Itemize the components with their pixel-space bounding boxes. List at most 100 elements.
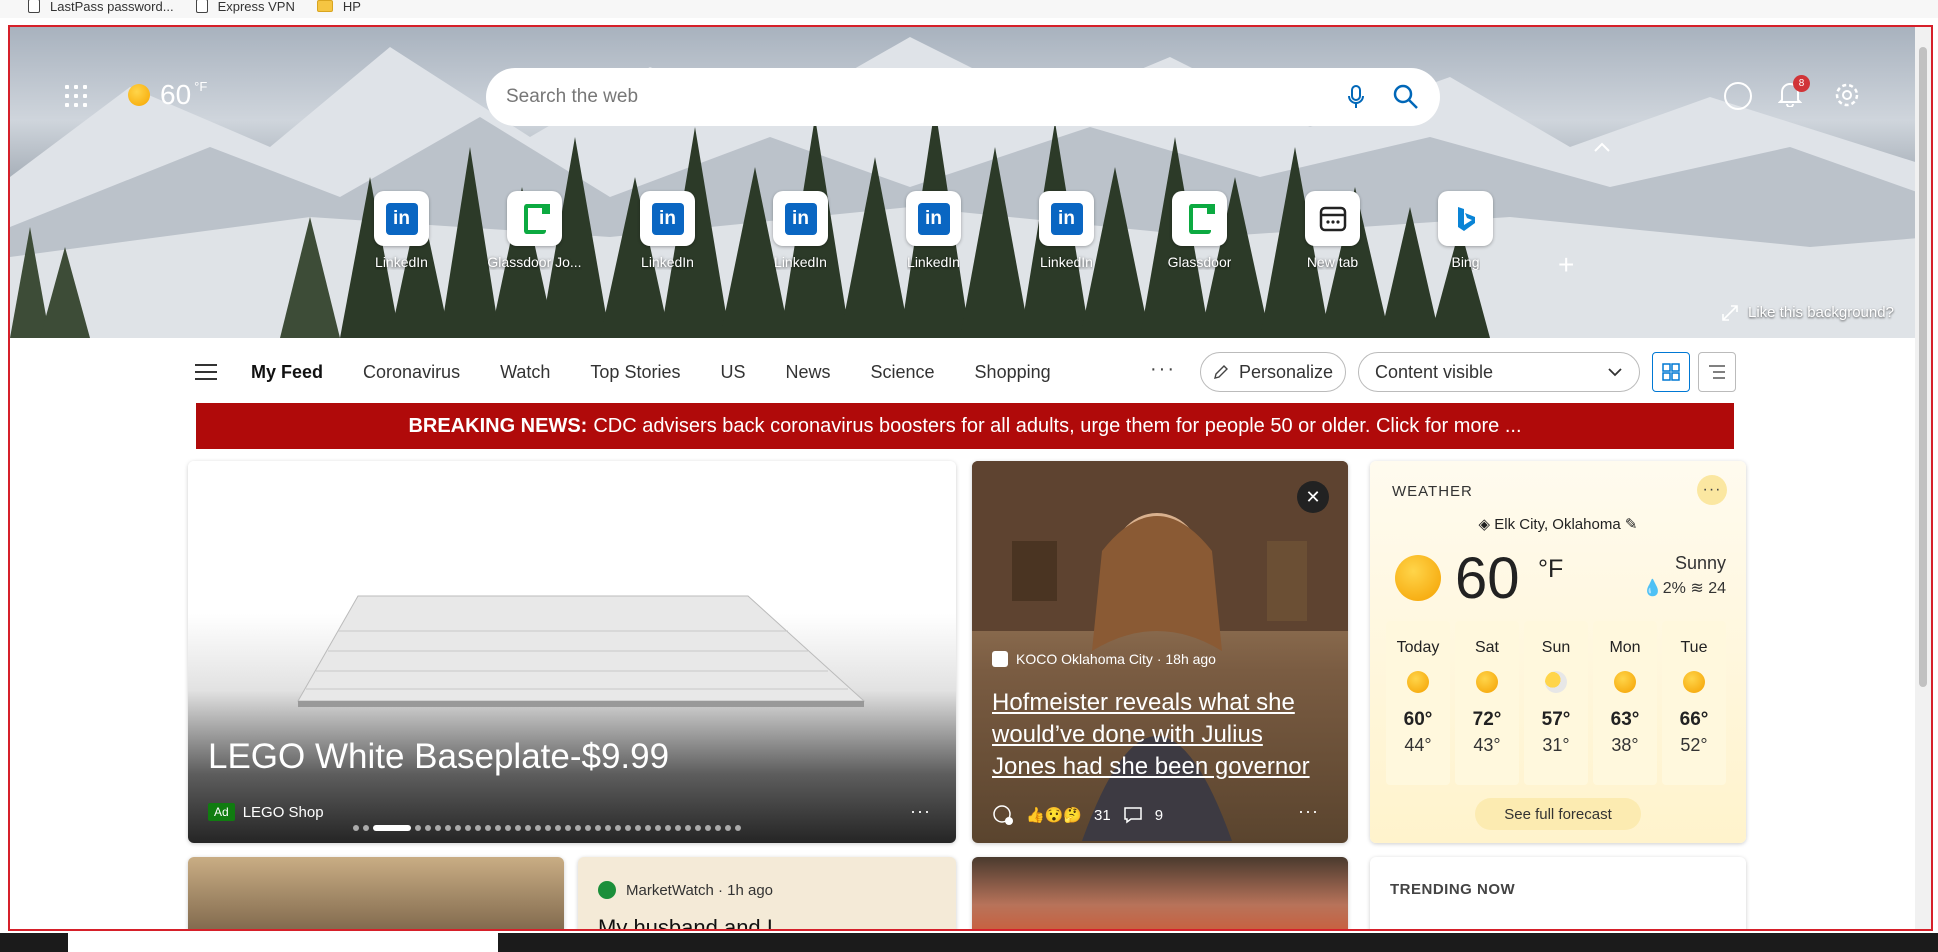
wind-icon: ≋	[1690, 580, 1704, 597]
day-high: 57°	[1541, 709, 1571, 730]
bookmark-lastpass[interactable]: LastPass password...	[28, 0, 174, 14]
weather-location[interactable]: ◈ Elk City, Oklahoma ✎	[1370, 515, 1746, 533]
rewards-button[interactable]	[1723, 81, 1753, 111]
partly-cloudy-icon	[1545, 671, 1567, 693]
forecast-day[interactable]: Tue 66° 52°	[1662, 621, 1726, 785]
quick-link-label: LinkedIn	[907, 254, 960, 270]
forecast-day[interactable]: Sat 72° 43°	[1455, 621, 1519, 785]
quick-link-tile[interactable]: in LinkedIn	[601, 191, 734, 270]
reaction-emoji-icon[interactable]: 👍😯🤔	[1026, 806, 1082, 824]
news-card[interactable]: ✕ KOCO Oklahoma City · 18h ago Hofmeiste…	[972, 461, 1348, 843]
grid-icon	[1662, 363, 1680, 381]
food-card[interactable]	[972, 857, 1348, 929]
header-weather[interactable]: 60 °F	[128, 79, 207, 111]
location-name: Elk City, Oklahoma	[1494, 516, 1621, 533]
day-name: Sat	[1474, 639, 1499, 656]
settings-button[interactable]	[1833, 81, 1861, 109]
like-background-link[interactable]: Like this background?	[1722, 304, 1894, 321]
tab-my-feed[interactable]: My Feed	[251, 362, 323, 383]
quick-link-tile[interactable]: Glassdoor	[1133, 191, 1266, 270]
linkedin-icon: in	[1050, 202, 1083, 235]
quick-link-tile[interactable]: in LinkedIn	[1000, 191, 1133, 270]
list-view-button[interactable]	[1698, 352, 1736, 392]
quick-link-label: Glassdoor Jo...	[487, 254, 582, 270]
personalize-button[interactable]: Personalize	[1200, 352, 1346, 392]
gear-icon	[1835, 83, 1859, 107]
tab-shopping[interactable]: Shopping	[975, 362, 1051, 383]
day-high: 63°	[1610, 709, 1640, 730]
weather-condition: Sunny 💧2% ≋ 24	[1643, 553, 1726, 598]
breaking-news-label: BREAKING NEWS:	[408, 414, 588, 437]
wind-value: 24	[1708, 580, 1726, 597]
tab-science[interactable]: Science	[871, 362, 935, 383]
microphone-icon[interactable]	[1342, 83, 1370, 111]
quick-link-tile[interactable]: Bing	[1399, 191, 1532, 270]
glassdoor-icon	[523, 203, 550, 234]
news-reactions: 👍😯🤔 31 9	[992, 804, 1163, 826]
content-visibility-select[interactable]: Content visible	[1358, 352, 1640, 392]
scrollbar[interactable]	[1915, 27, 1931, 929]
day-high: 66°	[1679, 709, 1709, 730]
sun-icon	[1476, 671, 1498, 693]
quick-link-tile[interactable]: in LinkedIn	[335, 191, 468, 270]
tab-coronavirus[interactable]: Coronavirus	[363, 362, 460, 383]
notifications-button[interactable]: 8	[1778, 75, 1810, 107]
marketwatch-headline[interactable]: My husband and I	[598, 915, 773, 929]
location-icon: ◈	[1478, 516, 1495, 533]
day-name: Sun	[1541, 639, 1571, 656]
tab-top-stories[interactable]: Top Stories	[590, 362, 680, 383]
day-low: 44°	[1404, 735, 1432, 755]
scrollbar-thumb[interactable]	[1919, 47, 1927, 687]
search-icon[interactable]	[1392, 83, 1420, 111]
weather-card[interactable]: WEATHER ··· ◈ Elk City, Oklahoma ✎ 60 °F…	[1370, 461, 1746, 843]
bookmarks-bar: LastPass password... Express VPN HP	[0, 0, 1938, 18]
add-quick-link-button[interactable]: +	[1558, 249, 1574, 281]
grid-view-button[interactable]	[1652, 352, 1690, 392]
marketwatch-card[interactable]: MarketWatch · 1h ago My husband and I	[578, 857, 956, 929]
news-card-row2[interactable]	[188, 857, 564, 929]
search-bar[interactable]: Search the web	[486, 68, 1440, 126]
add-reaction-icon[interactable]	[992, 804, 1014, 826]
like-background-label: Like this background?	[1748, 304, 1894, 321]
forecast-days: Today 60° 44° Sat 72° 43° Sun 57° 31° Mon 63° 38…	[1386, 621, 1726, 785]
hamburger-menu-icon[interactable]	[195, 364, 217, 380]
more-tabs-button[interactable]: ···	[1150, 358, 1176, 381]
quick-link-tile[interactable]: in LinkedIn	[734, 191, 867, 270]
sun-icon	[1407, 671, 1429, 693]
collapse-button[interactable]	[1592, 140, 1612, 158]
tab-us[interactable]: US	[720, 362, 745, 383]
quick-link-tile[interactable]: in LinkedIn	[867, 191, 1000, 270]
see-full-forecast-button[interactable]: See full forecast	[1475, 798, 1641, 830]
taskbar	[0, 933, 1938, 952]
breaking-news-banner[interactable]: BREAKING NEWS: CDC advisers back coronav…	[196, 403, 1734, 449]
quick-link-tile[interactable]: New tab	[1266, 191, 1399, 270]
day-low: 38°	[1611, 735, 1639, 755]
personalize-label: Personalize	[1238, 361, 1334, 382]
forecast-day[interactable]: Mon 63° 38°	[1593, 621, 1657, 785]
tab-news[interactable]: News	[785, 362, 830, 383]
edit-location-icon[interactable]: ✎	[1621, 516, 1638, 533]
header-temp-unit: °F	[194, 79, 208, 94]
quick-link-tile[interactable]: Glassdoor Jo...	[468, 191, 601, 270]
forecast-day[interactable]: Sun 57° 31°	[1524, 621, 1588, 785]
weather-more-button[interactable]: ···	[1697, 475, 1727, 505]
carousel-dots[interactable]	[353, 825, 741, 831]
bookmark-express-vpn[interactable]: Express VPN	[195, 0, 295, 14]
news-more-button[interactable]: ···	[1298, 801, 1319, 822]
news-headline[interactable]: Hofmeister reveals what she would’ve don…	[992, 687, 1332, 783]
comment-icon[interactable]	[1123, 806, 1143, 824]
bookmark-label: LastPass password...	[50, 0, 174, 14]
app-launcher-button[interactable]	[65, 85, 87, 107]
lego-ad-card[interactable]: LEGO White Baseplate-$9.99 Ad LEGO Shop …	[188, 461, 956, 843]
forecast-day[interactable]: Today 60° 44°	[1386, 621, 1450, 785]
ad-more-button[interactable]: ···	[910, 801, 931, 822]
close-card-button[interactable]: ✕	[1297, 481, 1329, 513]
precip-value: 2%	[1662, 580, 1686, 597]
ad-title[interactable]: LEGO White Baseplate-$9.99	[208, 737, 669, 777]
koco-logo-icon	[992, 651, 1008, 667]
search-input[interactable]: Search the web	[506, 86, 1320, 108]
bookmark-hp[interactable]: HP	[316, 0, 361, 14]
day-low: 31°	[1542, 735, 1570, 755]
ad-badge: Ad	[208, 803, 235, 821]
tab-watch[interactable]: Watch	[500, 362, 550, 383]
